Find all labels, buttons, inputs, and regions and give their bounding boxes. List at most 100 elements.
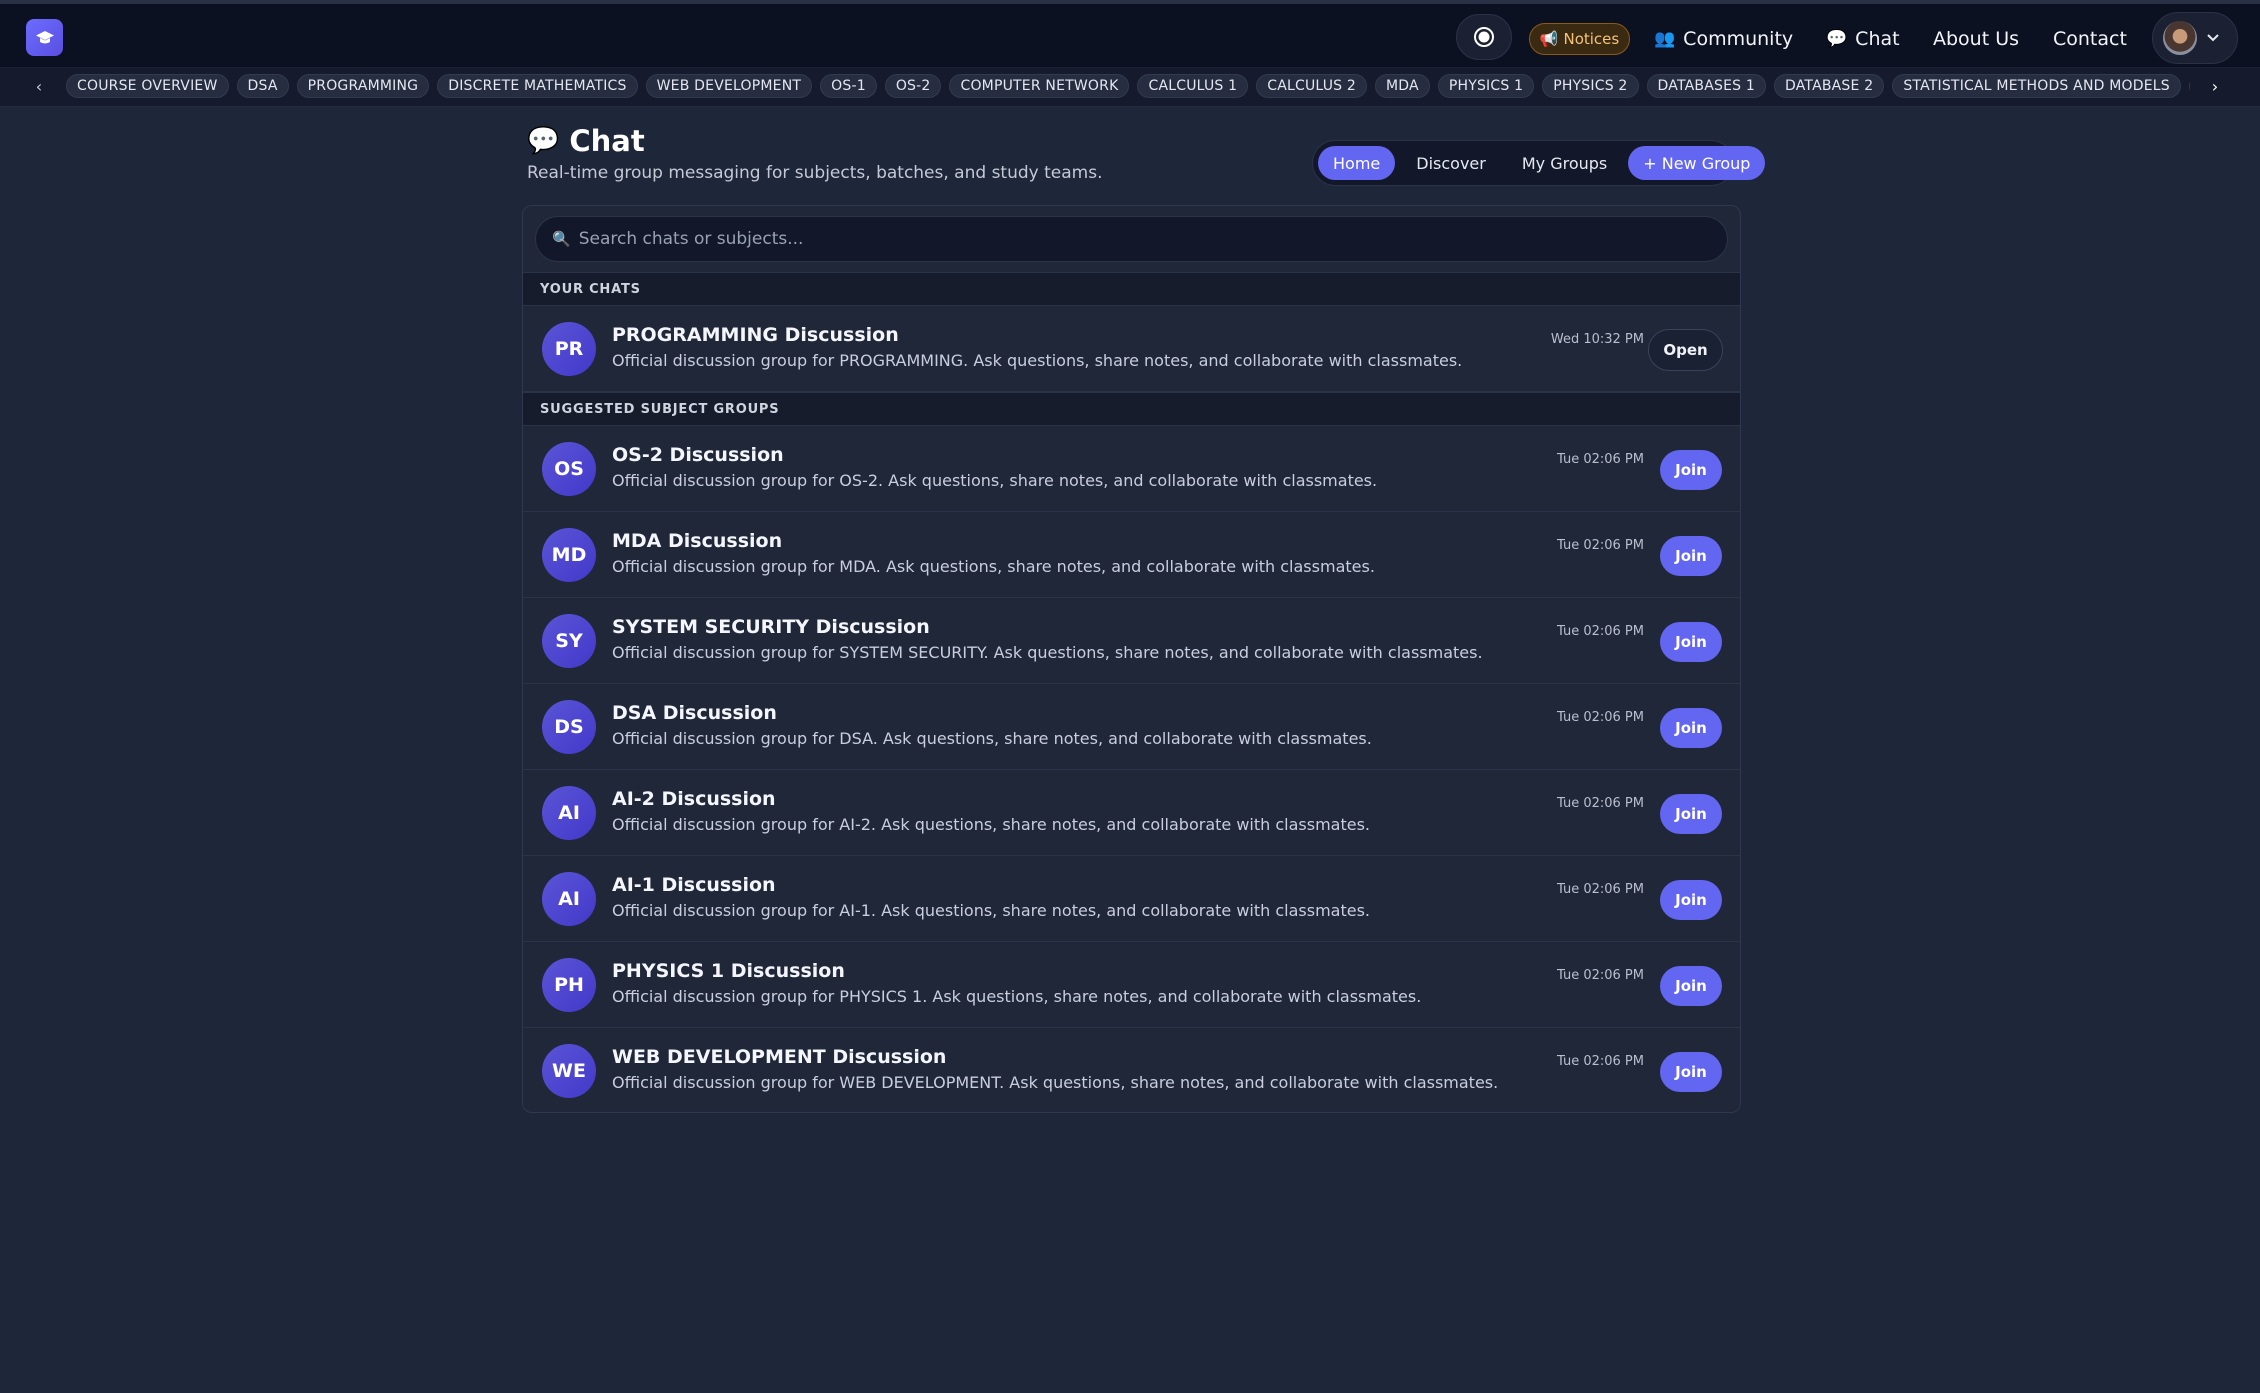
- group-avatar: OS: [542, 442, 596, 496]
- graduation-cap-icon[interactable]: [26, 19, 63, 56]
- megaphone-icon: 📢: [1539, 30, 1559, 48]
- subject-chip[interactable]: DATABASE 2: [1773, 74, 1885, 98]
- subject-chip[interactable]: OS-1: [820, 74, 877, 98]
- group-timestamp: Wed 10:32 PM: [1550, 332, 1644, 347]
- join-group-button[interactable]: Join: [1660, 450, 1722, 490]
- join-group-button[interactable]: Join: [1660, 708, 1722, 748]
- subject-chip[interactable]: COMPUTER NETWORK: [949, 74, 1130, 98]
- subject-chip[interactable]: COURSE OVERVIEW: [66, 74, 229, 98]
- chat-list-item[interactable]: OS OS-2 Discussion Official discussion gro…: [523, 426, 1740, 512]
- notices-label: Notices: [1563, 30, 1620, 48]
- group-timestamp: Tue 02:06 PM: [1557, 1054, 1644, 1069]
- group-description: Official discussion group for PHYSICS 1.…: [612, 987, 1422, 1006]
- subject-chip[interactable]: PHYSICS 2: [1542, 74, 1639, 98]
- chat-list-item[interactable]: SY SYSTEM SECURITY Discussion Official dis…: [523, 598, 1740, 684]
- join-group-button[interactable]: Join: [1660, 880, 1722, 920]
- subject-chip[interactable]: OS-2: [884, 74, 942, 98]
- subject-chip[interactable]: CALCULUS 2: [1256, 74, 1368, 98]
- speech-bubble-icon: 💬: [1826, 29, 1848, 49]
- nav-chat-label: Chat: [1855, 28, 1900, 50]
- chat-list-item[interactable]: PH PHYSICS 1 Discussion Official discussio…: [523, 942, 1740, 1028]
- subject-chip[interactable]: DATA MODELING: [2188, 74, 2190, 98]
- group-description: Official discussion group for WEB DEVELO…: [612, 1073, 1499, 1092]
- subject-chip[interactable]: CALCULUS 1: [1137, 74, 1249, 98]
- page-subtitle: Real-time group messaging for subjects, …: [527, 163, 1103, 183]
- chevron-right-icon[interactable]: ›: [2203, 74, 2227, 98]
- page-title-text: Chat: [569, 124, 645, 158]
- subject-chip[interactable]: WEB DEVELOPMENT: [645, 74, 813, 98]
- group-description: Official discussion group for AI-1. Ask …: [612, 901, 1371, 920]
- subject-chip[interactable]: DISCRETE MATHEMATICS: [437, 74, 638, 98]
- group-timestamp: Tue 02:06 PM: [1557, 796, 1644, 811]
- group-description: Official discussion group for MDA. Ask q…: [612, 557, 1375, 576]
- group-name: AI-2 Discussion: [612, 788, 776, 810]
- nav-chat[interactable]: 💬 Chat: [1826, 25, 1900, 53]
- nav-about[interactable]: About Us: [1933, 25, 2019, 53]
- chat-bubble-icon: 💬: [527, 126, 560, 156]
- chat-list-item[interactable]: MD MDA Discussion Official discussion grou…: [523, 512, 1740, 598]
- top-nav: 📢 Notices 👥 Community 💬 Chat About Us Co…: [0, 0, 2260, 68]
- join-group-button[interactable]: Join: [1660, 622, 1722, 662]
- subject-chip[interactable]: DSA: [236, 74, 289, 98]
- nav-contact-label: Contact: [2053, 28, 2127, 50]
- subject-chip[interactable]: STATISTICAL METHODS AND MODELS: [1892, 74, 2181, 98]
- nav-community-label: Community: [1683, 28, 1794, 50]
- tab-home[interactable]: Home: [1318, 146, 1396, 180]
- group-description: Official discussion group for SYSTEM SEC…: [612, 643, 1483, 662]
- group-timestamp: Tue 02:06 PM: [1557, 624, 1644, 639]
- theme-icon: [1474, 27, 1494, 47]
- nav-community[interactable]: 👥 Community: [1654, 25, 1793, 53]
- theme-toggle-button[interactable]: [1456, 14, 1512, 60]
- join-group-button[interactable]: Join: [1660, 1052, 1722, 1092]
- group-timestamp: Tue 02:06 PM: [1557, 710, 1644, 725]
- group-timestamp: Tue 02:06 PM: [1557, 968, 1644, 983]
- chat-list-item[interactable]: DS DSA Discussion Official discussion grou…: [523, 684, 1740, 770]
- group-name: DSA Discussion: [612, 702, 777, 724]
- user-menu-button[interactable]: [2152, 12, 2238, 64]
- group-timestamp: Tue 02:06 PM: [1557, 538, 1644, 553]
- group-avatar: DS: [542, 700, 596, 754]
- chat-list-item[interactable]: AI AI-1 Discussion Official discussion gro…: [523, 856, 1740, 942]
- group-avatar: PR: [542, 322, 596, 376]
- tab-my-groups[interactable]: My Groups: [1507, 146, 1622, 180]
- join-group-button[interactable]: Join: [1660, 966, 1722, 1006]
- people-icon: 👥: [1654, 29, 1676, 49]
- subject-chip[interactable]: MDA: [1375, 74, 1430, 98]
- chevron-left-icon[interactable]: ‹: [27, 74, 51, 98]
- new-group-button[interactable]: + New Group: [1628, 146, 1766, 180]
- chat-list-card: 🔍 YOUR CHATS SUGGESTED SUBJECT GROUPS PR…: [522, 205, 1741, 1113]
- group-description: Official discussion group for DSA. Ask q…: [612, 729, 1372, 748]
- chevron-down-icon: [2207, 34, 2219, 42]
- nav-contact[interactable]: Contact: [2053, 25, 2127, 53]
- group-name: SYSTEM SECURITY Discussion: [612, 616, 930, 638]
- join-group-button[interactable]: Join: [1660, 536, 1722, 576]
- group-avatar: PH: [542, 958, 596, 1012]
- nav-about-label: About Us: [1933, 28, 2020, 50]
- subject-chip[interactable]: PROGRAMMING: [296, 74, 430, 98]
- subject-chip[interactable]: PHYSICS 1: [1437, 74, 1535, 98]
- group-avatar: MD: [542, 528, 596, 582]
- subject-strip: ‹ COURSE OVERVIEW DSA PROGRAMMING DISCRETE …: [0, 68, 2260, 107]
- your-chats-heading: YOUR CHATS: [523, 272, 1740, 306]
- tab-discover[interactable]: Discover: [1401, 146, 1501, 180]
- chat-list-item[interactable]: WE WEB DEVELOPMENT Discussion Official dis…: [523, 1028, 1740, 1112]
- join-group-button[interactable]: Join: [1660, 794, 1722, 834]
- group-name: MDA Discussion: [612, 530, 783, 552]
- group-avatar: AI: [542, 786, 596, 840]
- group-description: Official discussion group for AI-2. Ask …: [612, 815, 1371, 834]
- group-avatar: AI: [542, 872, 596, 926]
- group-avatar: SY: [542, 614, 596, 668]
- group-timestamp: Tue 02:06 PM: [1557, 452, 1644, 467]
- group-description: Official discussion group for PROGRAMMIN…: [612, 351, 1463, 370]
- notices-button[interactable]: 📢 Notices: [1529, 23, 1630, 55]
- chat-list-item[interactable]: PR PROGRAMMING Discussion Official discuss…: [523, 306, 1740, 392]
- page-title: 💬 Chat: [527, 124, 645, 158]
- group-name: PHYSICS 1 Discussion: [612, 960, 845, 982]
- group-description: Official discussion group for OS-2. Ask …: [612, 471, 1378, 490]
- chat-list-item[interactable]: AI AI-2 Discussion Official discussion gro…: [523, 770, 1740, 856]
- group-name: WEB DEVELOPMENT Discussion: [612, 1046, 947, 1068]
- search-input[interactable]: [578, 229, 1679, 249]
- group-avatar: WE: [542, 1044, 596, 1098]
- open-chat-button[interactable]: Open: [1648, 329, 1723, 371]
- subject-chip[interactable]: DATABASES 1: [1646, 74, 1766, 98]
